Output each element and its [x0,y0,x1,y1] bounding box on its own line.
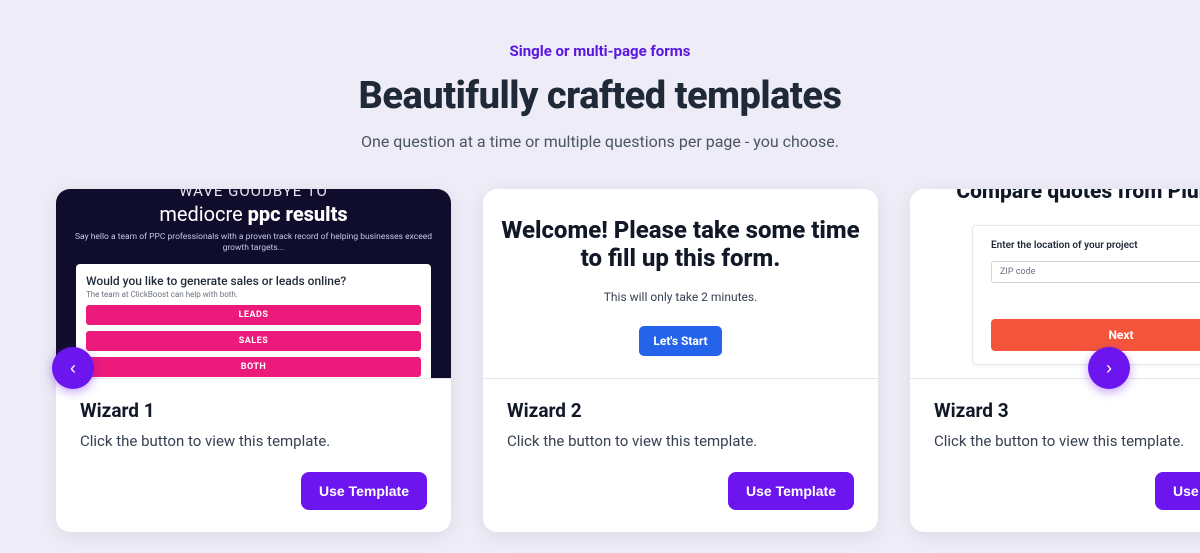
use-template-button[interactable]: Use Template [1155,472,1200,510]
template-preview: Compare quotes from Plumbers Enter the l… [910,189,1200,379]
preview-option: SALES [86,331,421,351]
card-title: Wizard 3 [934,399,1200,422]
page-title: Beautifully crafted templates [0,74,1200,118]
card-body: Wizard 3 Click the button to view this t… [910,379,1200,532]
preview-question-sub: The team at ClickBoost can help with bot… [86,290,421,299]
preview-zip-input: ZIP code [991,261,1200,283]
carousel-track: Wave GOODBYE TO mediocre ppc results Say… [56,189,1200,532]
use-template-button[interactable]: Use Template [301,472,427,510]
preview-heading-line1: Wave GOODBYE TO [70,189,437,200]
preview-question: Would you like to generate sales or lead… [86,274,421,288]
preview-heading-bold: ppc results [248,202,348,226]
card-description: Click the button to view this template. [507,432,854,450]
preview-subtext: Say hello a team of PPC professionals wi… [70,232,437,254]
preview-next-button: Next [991,319,1200,351]
preview-form-panel: Would you like to generate sales or lead… [76,264,431,379]
chevron-right-icon: › [1106,358,1112,379]
card-description: Click the button to view this template. [80,432,427,450]
preview-option: LEADS [86,305,421,325]
template-carousel: ‹ › Wave GOODBYE TO mediocre ppc results… [0,189,1200,549]
template-preview: Welcome! Please take some time to fill u… [483,189,878,379]
section-header: Single or multi-page forms Beautifully c… [0,0,1200,151]
template-card: Compare quotes from Plumbers Enter the l… [910,189,1200,532]
card-title: Wizard 1 [80,399,427,422]
carousel-next-button[interactable]: › [1088,347,1130,389]
carousel-prev-button[interactable]: ‹ [52,347,94,389]
preview-welcome-heading: Welcome! Please take some time to fill u… [489,217,872,272]
eyebrow-text: Single or multi-page forms [0,42,1200,60]
preview-welcome-sub: This will only take 2 minutes. [489,290,872,304]
card-body: Wizard 1 Click the button to view this t… [56,379,451,532]
preview-option: BOTH [86,357,421,377]
preview-form-panel: Enter the location of your project ZIP c… [972,225,1200,365]
card-description: Click the button to view this template. [934,432,1200,450]
page-subtitle: One question at a time or multiple quest… [0,132,1200,151]
preview-compare-heading: Compare quotes from Plumbers [910,189,1200,203]
preview-heading-line2: mediocre ppc results [70,202,437,226]
preview-field-label: Enter the location of your project [991,240,1200,251]
card-body: Wizard 2 Click the button to view this t… [483,379,878,532]
use-template-button[interactable]: Use Template [728,472,854,510]
preview-start-button: Let's Start [639,326,721,356]
template-card: Wave GOODBYE TO mediocre ppc results Say… [56,189,451,532]
template-card: Welcome! Please take some time to fill u… [483,189,878,532]
chevron-left-icon: ‹ [70,358,76,379]
preview-heading-text: mediocre [159,202,247,226]
card-title: Wizard 2 [507,399,854,422]
template-preview: Wave GOODBYE TO mediocre ppc results Say… [56,189,451,379]
